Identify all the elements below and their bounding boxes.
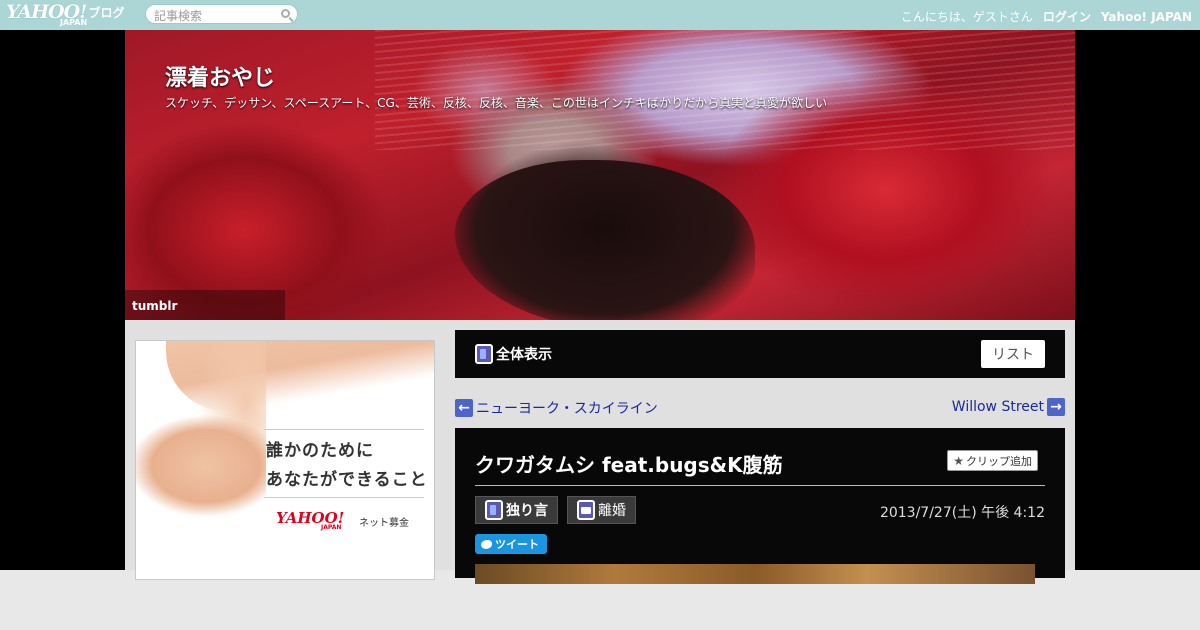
star-icon: ★ <box>953 453 964 468</box>
greeting-text: こんにちは、ゲストさん <box>900 10 1033 24</box>
article-title[interactable]: クワガタムシ feat.bugs&K腹筋 <box>475 449 783 478</box>
title-divider <box>475 485 1045 486</box>
logo-sub-text: JAPAN <box>60 18 88 27</box>
prev-article-link[interactable]: ← ニューヨーク・スカイライン <box>455 398 658 418</box>
view-all-link[interactable]: 全体表示 <box>475 344 552 364</box>
yahoo-japan-link[interactable]: Yahoo! JAPAN <box>1101 10 1192 24</box>
search-box <box>145 4 298 25</box>
ad-copy-line2: あなたができること <box>266 470 428 490</box>
search-input[interactable] <box>154 7 274 25</box>
blog-header: 漂着おやじ スケッチ、デッサン、スペースアート、CG、芸術、反核、反核、音楽、こ… <box>125 30 1075 320</box>
login-link[interactable]: ログイン <box>1043 8 1091 25</box>
list-button[interactable]: リスト <box>981 340 1045 368</box>
category-tag-folder[interactable]: 離婚 <box>567 496 636 524</box>
donation-ad-banner[interactable]: 誰かのために あなたができること YAHOO! JAPAN ネット募金 <box>135 340 435 580</box>
header-hair-texture <box>375 30 1075 150</box>
tweet-button[interactable]: ツイート <box>475 534 547 554</box>
tumblr-link[interactable]: tumblr <box>125 290 285 320</box>
category-main-label: 独り言 <box>506 503 548 519</box>
next-article-label: Willow Street <box>951 399 1044 415</box>
article-image[interactable] <box>475 564 1035 584</box>
article: クワガタムシ feat.bugs&K腹筋 ★ クリップ追加 独り言 離婚 201… <box>455 428 1065 584</box>
prev-article-label: ニューヨーク・スカイライン <box>476 401 658 417</box>
ad-divider-bottom <box>264 497 424 498</box>
ad-hand-image <box>136 341 266 579</box>
blog-description: スケッチ、デッサン、スペースアート、CG、芸術、反核、反核、音楽、この世はインチ… <box>165 96 828 110</box>
clip-add-label: クリップ追加 <box>966 454 1032 468</box>
yahoo-blog-logo[interactable]: YAHOO! JAPAN ブログ <box>6 2 125 28</box>
clip-add-button[interactable]: ★ クリップ追加 <box>947 450 1038 471</box>
book-icon <box>475 344 493 364</box>
user-menu: こんにちは、ゲストさん ログイン Yahoo! JAPAN <box>901 8 1192 25</box>
blog-title[interactable]: 漂着おやじ <box>165 60 275 92</box>
search-icon[interactable] <box>281 9 290 18</box>
ad-divider-top <box>264 429 424 430</box>
article-date: 2013/7/27(土) 午後 4:12 <box>879 505 1045 521</box>
main-content: 誰かのために あなたができること YAHOO! JAPAN ネット募金 全体表示… <box>125 320 1075 584</box>
folder-icon <box>577 500 595 520</box>
category-tag-main[interactable]: 独り言 <box>475 496 558 524</box>
ad-service: ネット募金 <box>359 518 409 529</box>
tweet-label: ツイート <box>495 538 539 551</box>
category-folder-label: 離婚 <box>598 503 626 519</box>
ad-brand-sub: JAPAN <box>321 524 342 531</box>
article-navigation: ← ニューヨーク・スカイライン Willow Street → <box>455 398 1065 418</box>
ad-copy-line1: 誰かのために <box>266 441 374 461</box>
top-bar: YAHOO! JAPAN ブログ こんにちは、ゲストさん ログイン Yahoo!… <box>0 0 1200 30</box>
logo-service-text: ブログ <box>88 6 125 20</box>
arrow-left-icon: ← <box>455 399 473 417</box>
header-bird-silhouette <box>455 160 755 320</box>
book-icon <box>485 500 503 520</box>
twitter-bird-icon <box>481 539 492 549</box>
view-all-label: 全体表示 <box>496 347 552 363</box>
next-article-link[interactable]: Willow Street → <box>952 398 1065 416</box>
view-panel: 全体表示 リスト <box>455 330 1065 378</box>
arrow-right-icon: → <box>1047 398 1065 416</box>
